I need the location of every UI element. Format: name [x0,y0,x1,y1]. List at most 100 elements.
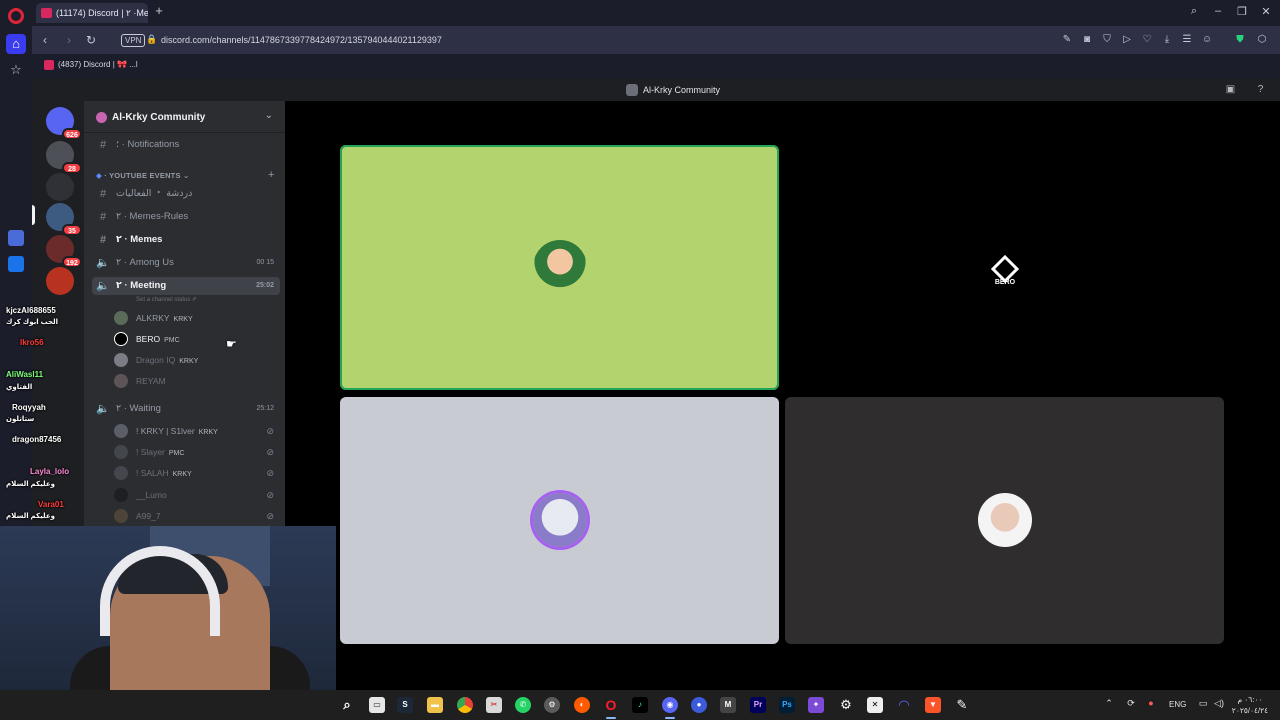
participant-tile-alkrky[interactable] [340,145,779,390]
steam-icon[interactable]: S [397,697,413,713]
snipping-tool-icon[interactable]: ✂ [486,697,502,713]
guild-item[interactable] [46,267,74,295]
brave-icon[interactable]: ▼ [925,697,941,713]
help-icon[interactable]: ? [1254,83,1267,96]
category-label: YOUTUBE EVENTS [109,171,181,180]
mic-muted-icon: ⊘ [266,511,274,521]
gear-icon[interactable]: ⚙ [838,697,854,713]
participant-tile-bero[interactable]: BERO [785,145,1224,390]
windows-taskbar: ⌕ ▭ S ▬ ✂ ✆ ⚙ ◐ O ♪ ◉ ● M Pr Ps ✦ ⚙ ✕ ◠ … [0,690,1280,720]
network-icon[interactable]: ▭ [1196,698,1210,709]
star-icon[interactable]: ☆ [8,62,24,78]
sync-icon[interactable]: ⟳ [1124,698,1138,709]
extension-icon[interactable] [8,230,24,246]
messenger-icon[interactable] [8,256,24,272]
channel-waiting[interactable]: 🔈 ٢ · Waiting 25:12 [92,400,280,418]
voice-user[interactable]: ! Slayer PMC ⊘ [114,443,274,461]
bookmark-discord[interactable]: (4837) Discord | 🎀 ...l [44,60,138,70]
channel-notifications[interactable]: # ؛ · Notifications [92,136,280,154]
search-icon[interactable]: ⌕ [339,697,355,713]
guild-badge: 626 [62,128,82,140]
guild-home[interactable]: 626 [46,107,82,140]
home-icon[interactable]: ⌂ [6,34,26,54]
chrome-icon[interactable] [457,697,473,713]
task-view-icon[interactable]: ▭ [369,697,385,713]
participant-tile-reyam[interactable] [785,397,1224,644]
settings-icon[interactable]: ⚙ [544,697,560,713]
reload-icon[interactable]: ↻ [84,33,98,47]
premiere-icon[interactable]: Pr [750,697,766,713]
search-tabs-icon[interactable]: ⌕ [1186,5,1202,18]
photoshop-icon[interactable]: Ps [779,697,795,713]
lock-icon[interactable]: 🔒 [146,34,157,45]
voice-user[interactable]: ! KRKY | S1lver KRKY ⊘ [114,422,274,440]
adblock-icon[interactable]: ⛊ [1234,34,1246,46]
camera-icon[interactable]: ◙ [1081,34,1093,46]
shield-icon[interactable]: ⛉ [1101,34,1113,46]
clock-date: ٢٠٢٥/٠٤/٢٤ [1231,706,1269,715]
language-indicator[interactable]: ENG [1169,700,1186,709]
opera-logo-icon[interactable] [8,8,24,24]
app-icon[interactable]: M [720,697,736,713]
server-header[interactable]: Al-Krky Community ⌄ [84,101,285,133]
profile-icon[interactable]: ☺ [1201,34,1213,46]
new-tab-button[interactable]: + [152,4,166,18]
voice-user[interactable]: A99_7 ⊘ [114,507,274,525]
tiktok-icon[interactable]: ♪ [632,697,648,713]
user-tag: KRKY [198,429,218,436]
guild-item[interactable] [46,173,74,201]
user-name: A99_7 [136,511,161,521]
voice-user[interactable]: __Lumo ⊘ [114,486,274,504]
close-button[interactable]: ✕ [1258,5,1274,18]
back-icon[interactable]: ‹ [38,33,52,47]
arc-icon[interactable]: ◠ [896,697,912,713]
controller-icon[interactable]: ✦ [808,697,824,713]
opera-icon[interactable]: O [603,697,619,713]
chevron-up-icon[interactable]: ⌃ [1102,698,1116,709]
tab-discord[interactable]: (11174) Discord | ٢ ·Meeti... [36,3,148,23]
send-icon[interactable]: ▷ [1121,34,1133,46]
chat-message: الفتاوي [6,384,33,391]
voice-user[interactable]: BERO PMC [114,330,274,348]
capcut-icon[interactable]: ✕ [867,697,883,713]
channel-status-prompt[interactable]: Set a channel status ✐ [114,291,274,309]
url-field[interactable]: discord.com/channels/1147867339778424972… [161,35,442,45]
heart-icon[interactable]: ♡ [1141,34,1153,46]
guild-item[interactable]: 35 [46,203,82,236]
vpn-badge[interactable]: VPN [121,34,146,47]
guild-selected-pill [32,205,35,225]
discord-icon[interactable]: ◉ [662,697,678,713]
channel-among-us[interactable]: 🔈 ٢ · Among Us 00 15 [92,254,280,272]
obs-icon[interactable]: ● [691,697,707,713]
channel-memes[interactable]: # ٢ · Memes [92,231,280,249]
voice-user[interactable]: ALKRKY KRKY [114,309,274,327]
volume-icon[interactable]: ◁) [1212,698,1226,709]
download-icon[interactable]: ⤓ [1161,34,1173,46]
extensions-icon[interactable]: ⬡ [1256,34,1268,46]
voice-user[interactable]: REYAM [114,372,274,390]
file-explorer-icon[interactable]: ▬ [427,697,443,713]
channel-memes-rules[interactable]: # ٢ · Memes-Rules [92,208,280,226]
forward-icon[interactable]: › [62,33,76,47]
chevron-down-icon[interactable]: ⌄ [265,110,273,121]
inbox-icon[interactable]: ▣ [1224,83,1237,96]
avatar [114,488,128,502]
notepad-icon[interactable]: ✎ [954,697,970,713]
edit-icon[interactable]: ✎ [1061,34,1073,46]
avatar [533,240,587,294]
participant-tile-dragon[interactable] [340,397,779,644]
whatsapp-icon[interactable]: ✆ [515,697,531,713]
guild-item[interactable]: 28 [46,141,82,174]
menu-icon[interactable]: ☰ [1181,34,1193,46]
channel-arabic-events[interactable]: # دردشة ・ الفعاليات [92,185,280,203]
voice-user[interactable]: Dragon IQ KRKY [114,351,274,369]
guild-item[interactable]: 192 [46,235,82,268]
game-app-icon[interactable]: ◐ [574,697,590,713]
maximize-button[interactable]: ❐ [1234,5,1250,18]
microphone-icon[interactable]: ● [1144,698,1158,708]
voice-user[interactable]: ! SALAH KRKY ⊘ [114,464,274,482]
category-youtube-events[interactable]: ◆ · YOUTUBE EVENTS ⌄ + [96,169,274,181]
add-channel-icon[interactable]: + [268,169,275,181]
minimize-button[interactable]: – [1210,5,1226,17]
system-clock[interactable]: ٠٦:٠٠ م ٢٠٢٥/٠٤/٢٤ [1230,694,1270,716]
